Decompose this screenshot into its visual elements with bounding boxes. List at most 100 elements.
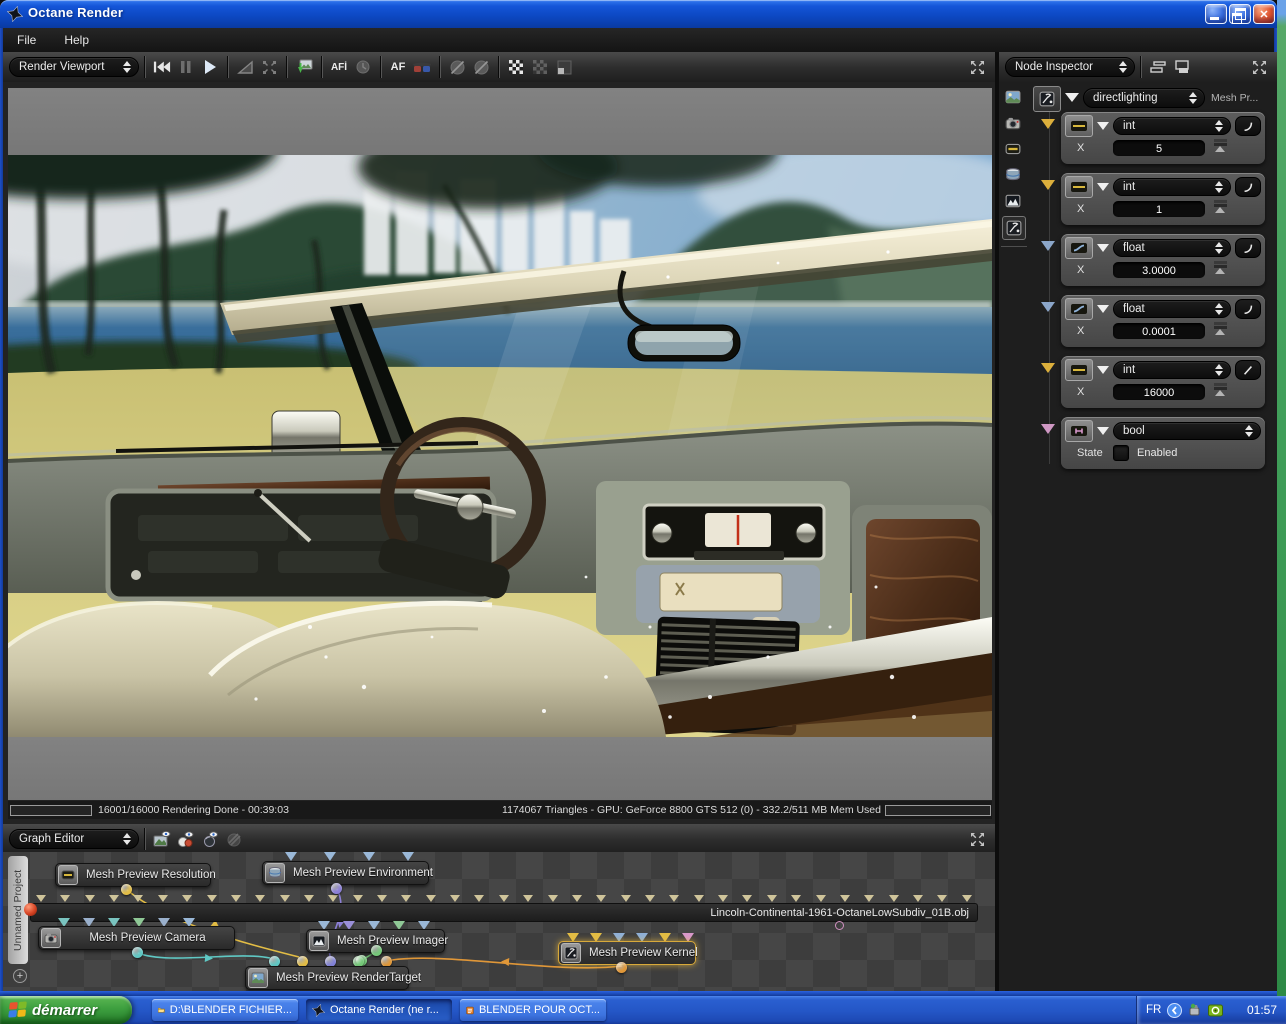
viewport-fullscreen-button[interactable] (970, 60, 985, 80)
language-indicator[interactable]: FR (1146, 1004, 1161, 1016)
param-pin[interactable] (1041, 424, 1055, 434)
float-type-icon[interactable] (1065, 298, 1093, 320)
param-type-selector[interactable]: float (1113, 239, 1231, 257)
save-image-button[interactable] (292, 55, 316, 79)
slider-handle-icon[interactable] (1213, 260, 1228, 280)
autofocus-button[interactable]: AF (386, 55, 410, 79)
measure-tool-button[interactable] (233, 55, 257, 79)
camera-icon[interactable] (1002, 112, 1024, 134)
param-type-selector[interactable]: int (1113, 178, 1231, 196)
graph-node-rendertarget[interactable]: Mesh Preview RenderTarget (245, 966, 421, 990)
environment-output-pin[interactable] (331, 883, 342, 894)
usb-device-icon[interactable] (1188, 1003, 1202, 1017)
animation-curve-button[interactable] (1235, 360, 1261, 380)
resolution-output-pin[interactable] (121, 884, 132, 895)
white-balance-button[interactable] (351, 55, 375, 79)
recenter-view-button[interactable] (257, 55, 281, 79)
clock[interactable]: 01:57 (1247, 1003, 1277, 1017)
slider-handle-icon[interactable] (1213, 199, 1228, 219)
param-type-selector[interactable]: float (1113, 300, 1231, 318)
render-image[interactable] (8, 155, 992, 737)
taskbar-item-octane[interactable]: Octane Render (ne r... (306, 999, 452, 1021)
preview-image-button[interactable] (150, 827, 174, 851)
window-titlebar[interactable]: Octane Render ✕ (0, 0, 1277, 28)
param-value-field[interactable]: 16000 (1113, 384, 1205, 400)
panel-selector-node-inspector[interactable]: Node Inspector (1005, 57, 1135, 77)
slider-handle-icon[interactable] (1213, 138, 1228, 158)
graph-node-resolution[interactable]: Mesh Preview Resolution (55, 863, 216, 887)
graph-node-kernel[interactable]: Mesh Preview Kernel (558, 941, 698, 965)
mesh-material-sphere[interactable] (24, 903, 37, 916)
param-value-field[interactable]: 5 (1113, 140, 1205, 156)
material-ball-button[interactable] (445, 55, 469, 79)
animation-curve-button[interactable] (1235, 299, 1261, 319)
taskbar-item-explorer[interactable]: D:\BLENDER FICHIER... (152, 999, 298, 1021)
param-pin[interactable] (1041, 119, 1055, 129)
slider-handle-icon[interactable] (1213, 321, 1228, 341)
animation-curve-button[interactable] (1235, 238, 1261, 258)
animation-curve-button[interactable] (1235, 177, 1261, 197)
taskbar-item-blender-doc[interactable]: BLENDER POUR OCT... (460, 999, 606, 1021)
environment-icon[interactable] (1002, 164, 1024, 186)
graph-canvas[interactable]: Unnamed Project + Lincoln-Continental-19… (3, 852, 995, 991)
param-type-selector[interactable]: int (1113, 361, 1231, 379)
param-type-selector[interactable]: int (1113, 117, 1231, 135)
material-ball2-button[interactable] (469, 55, 493, 79)
alpha-checker-button[interactable] (504, 55, 528, 79)
param-pin[interactable] (1041, 180, 1055, 190)
param-pin[interactable] (1041, 302, 1055, 312)
panel-selector-graph-editor[interactable]: Graph Editor (9, 829, 139, 849)
nvidia-tray-icon[interactable] (1208, 1004, 1224, 1017)
viewport-selector[interactable]: Render Viewport (9, 57, 139, 77)
resolution-icon[interactable] (1002, 138, 1024, 160)
float-type-icon[interactable] (1065, 237, 1093, 259)
split-view-button[interactable] (552, 55, 576, 79)
collapse-triangle-icon[interactable] (1065, 93, 1079, 102)
animation-curve-button[interactable] (1235, 116, 1261, 136)
param-pin[interactable] (1041, 241, 1055, 251)
kernel-icon[interactable] (1002, 216, 1026, 240)
menu-file[interactable]: File (17, 33, 36, 47)
enabled-checkbox[interactable] (1113, 445, 1129, 461)
bool-type-icon[interactable] (1065, 420, 1093, 442)
kernel-output-pin[interactable] (616, 962, 627, 973)
inspector-fullscreen-button[interactable] (1252, 60, 1267, 80)
collapse-triangle-icon[interactable] (1097, 183, 1109, 191)
imager-icon[interactable] (1002, 190, 1024, 212)
restore-button[interactable] (1229, 4, 1251, 24)
mesh-output-pin[interactable] (835, 921, 844, 930)
collapse-triangle-icon[interactable] (1097, 427, 1109, 435)
collapse-triangle-icon[interactable] (1097, 122, 1109, 130)
pause-render-button[interactable] (174, 55, 198, 79)
graph-fullscreen-button[interactable] (970, 832, 985, 852)
preview-material-button[interactable] (174, 827, 198, 851)
collapse-triangle-icon[interactable] (1097, 244, 1109, 252)
int-type-icon[interactable] (1065, 115, 1093, 137)
slider-handle-icon[interactable] (1213, 382, 1228, 402)
param-value-field[interactable]: 1 (1113, 201, 1205, 217)
anaglyph-button[interactable] (410, 55, 434, 79)
preview-emission-button[interactable] (222, 827, 246, 851)
menu-help[interactable]: Help (64, 33, 89, 47)
param-type-selector[interactable]: bool (1113, 422, 1261, 440)
minimize-button[interactable] (1205, 4, 1227, 24)
camera-output-pin[interactable] (132, 947, 143, 958)
rendertarget-icon[interactable] (1002, 86, 1024, 108)
hide-icons-chevron[interactable] (1167, 1002, 1183, 1018)
dock-window-button[interactable] (1170, 55, 1194, 79)
play-render-button[interactable] (198, 55, 222, 79)
int-type-icon[interactable] (1065, 359, 1093, 381)
kernel-node-button[interactable] (1033, 86, 1061, 112)
preview-texture-button[interactable] (198, 827, 222, 851)
param-value-field[interactable]: 3.0000 (1113, 262, 1205, 278)
graph-node-environment[interactable]: Mesh Preview Environment (262, 861, 433, 885)
checker-dim-button[interactable] (528, 55, 552, 79)
afi-button[interactable]: AFİ (327, 55, 351, 79)
restart-render-button[interactable] (150, 55, 174, 79)
collapse-triangle-icon[interactable] (1097, 305, 1109, 313)
param-value-field[interactable]: 0.0001 (1113, 323, 1205, 339)
start-button[interactable]: démarrer (0, 996, 132, 1024)
kernel-type-selector[interactable]: directlighting (1083, 88, 1205, 108)
add-node-button[interactable]: + (13, 969, 27, 983)
param-pin[interactable] (1041, 363, 1055, 373)
